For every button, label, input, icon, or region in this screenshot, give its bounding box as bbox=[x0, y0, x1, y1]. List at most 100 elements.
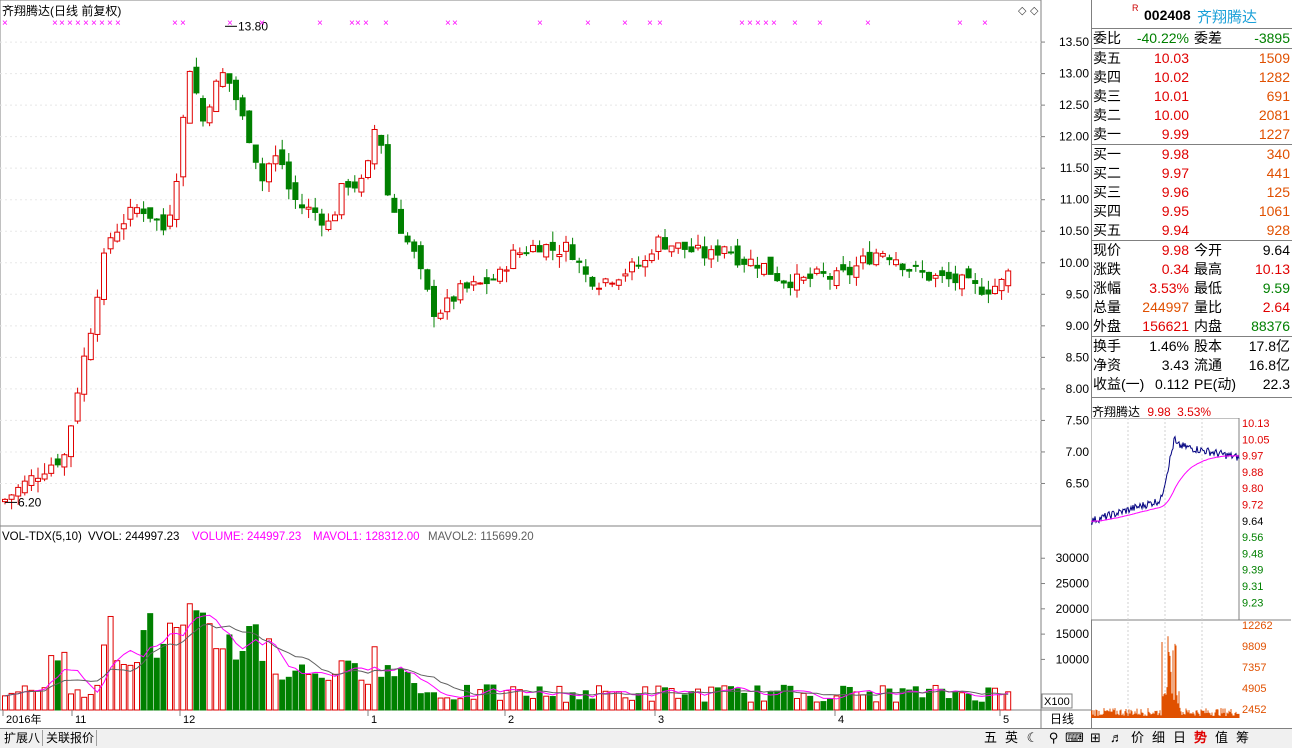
candle-up bbox=[497, 268, 503, 282]
volume-bar bbox=[134, 662, 140, 711]
volume-bar bbox=[701, 701, 708, 711]
event-mark: × bbox=[957, 18, 963, 29]
mini-price-tick: 9.23 bbox=[1242, 597, 1263, 609]
candle-down bbox=[226, 73, 233, 84]
toolbar-button[interactable]: ⌨ bbox=[1064, 729, 1085, 747]
candle-up bbox=[959, 274, 965, 290]
candle-up bbox=[893, 259, 899, 266]
candle-up bbox=[61, 454, 68, 468]
toolbar-button[interactable]: ♬ bbox=[1106, 729, 1127, 747]
candle-down bbox=[285, 161, 292, 190]
candle-up bbox=[338, 183, 345, 216]
candle-down bbox=[840, 264, 847, 271]
candle-up bbox=[695, 244, 701, 249]
volume-bar bbox=[794, 697, 800, 711]
candle-down bbox=[351, 181, 358, 189]
toolbar-button[interactable]: 势 bbox=[1190, 729, 1211, 747]
candle-down bbox=[233, 79, 239, 101]
volume-bar bbox=[398, 668, 404, 711]
event-mark: × bbox=[739, 18, 745, 29]
volume-bar bbox=[28, 689, 35, 711]
toolbar-button[interactable]: 五 bbox=[980, 729, 1001, 747]
toolbar-button[interactable]: 日 bbox=[1169, 729, 1190, 747]
volume-bar bbox=[193, 610, 200, 711]
candle-up bbox=[94, 296, 101, 335]
volume-bar bbox=[226, 634, 233, 711]
volume-bar bbox=[391, 676, 398, 711]
date-tick-label: 1 bbox=[371, 714, 377, 726]
volume-bar bbox=[153, 657, 160, 711]
volume-bar bbox=[206, 623, 213, 711]
volume-bar bbox=[8, 692, 15, 711]
candle-up bbox=[530, 244, 536, 253]
buy-level-3: 买三 9.96 125 bbox=[1093, 184, 1290, 200]
candle-up bbox=[1005, 270, 1012, 287]
toolbar-button[interactable]: 筹 bbox=[1232, 729, 1253, 747]
candle-up bbox=[28, 475, 35, 486]
candle-down bbox=[252, 144, 259, 163]
volume-bar bbox=[734, 688, 741, 711]
sell-level-1: 卖一 9.99 1227 bbox=[1093, 126, 1290, 142]
candle-down bbox=[279, 149, 286, 166]
volume-bar bbox=[998, 693, 1005, 711]
volume-tick-label: 10000 bbox=[1056, 652, 1090, 666]
candle-down bbox=[952, 273, 959, 284]
volume-tick-label: 30000 bbox=[1056, 551, 1090, 565]
buy-level-4: 买四 9.95 1061 bbox=[1093, 203, 1290, 219]
toolbar-button[interactable]: 英 bbox=[1001, 729, 1022, 747]
kline-chart[interactable]: 13.50 13.00 12.50 12.00 11.50 11.00 10.50 10.00… bbox=[0, 0, 1091, 728]
volume-bar bbox=[2, 695, 8, 711]
candle-down bbox=[153, 218, 160, 221]
candle-down bbox=[866, 251, 873, 265]
event-mark: × bbox=[2, 18, 8, 29]
sell-level-5: 卖五 10.03 1509 bbox=[1093, 50, 1290, 66]
candle-up bbox=[325, 220, 332, 230]
volume-bar bbox=[965, 693, 972, 711]
volume-bar bbox=[721, 685, 728, 711]
candle-up bbox=[622, 273, 629, 277]
price-tick-label: 11.50 bbox=[1060, 161, 1089, 175]
candle-down bbox=[774, 273, 781, 282]
candle-down bbox=[569, 244, 576, 261]
candle-up bbox=[477, 282, 484, 285]
toolbar-button[interactable]: 值 bbox=[1211, 729, 1232, 747]
tab-expand[interactable]: 扩展八 bbox=[2, 730, 44, 746]
quote-stats: 现价 9.98 今开 9.64 涨跌 0.34 最高 10.13 涨幅 3.53% 最低 9.59 总量… bbox=[1092, 241, 1292, 336]
event-mark: × bbox=[99, 18, 105, 29]
volume-bar bbox=[378, 676, 385, 711]
candle-up bbox=[437, 312, 444, 319]
volume-bar bbox=[543, 695, 550, 711]
toolbar-button[interactable]: ☾ bbox=[1022, 729, 1043, 747]
toolbar-button[interactable]: 细 bbox=[1148, 729, 1169, 747]
volume-bar bbox=[87, 693, 94, 711]
toolbar-button[interactable]: 价 bbox=[1127, 729, 1148, 747]
stock-name: 齐翔腾达 bbox=[1197, 9, 1258, 26]
volume-bar bbox=[233, 659, 239, 711]
tab-related-quote[interactable]: 关联报价 bbox=[44, 730, 98, 746]
toolbar-button[interactable]: ⚲ bbox=[1043, 729, 1064, 747]
candle-down bbox=[985, 289, 992, 295]
volume-bar bbox=[582, 690, 589, 711]
candle-up bbox=[74, 392, 81, 422]
stat-row: 总量 244997 量比 2.64 bbox=[1093, 299, 1290, 315]
volume-legend-item: MAVOL2: 115699.20 bbox=[428, 531, 534, 543]
mini-price-tick: 9.72 bbox=[1242, 500, 1263, 512]
volume-bar bbox=[35, 690, 41, 711]
volume-bar bbox=[239, 650, 246, 711]
toolbar-button[interactable]: ⊞ bbox=[1085, 729, 1106, 747]
diamond-icon: ◇ bbox=[1018, 5, 1027, 17]
stat-row: 涨幅 3.53% 最低 9.59 bbox=[1093, 280, 1290, 296]
volume-bar bbox=[305, 673, 312, 711]
volume-bar bbox=[932, 684, 939, 711]
candle-up bbox=[358, 177, 365, 193]
volume-bar bbox=[635, 693, 642, 711]
buy-level-1: 买一 9.98 340 bbox=[1093, 146, 1290, 162]
candle-up bbox=[879, 253, 886, 257]
intraday-chart[interactable]: 10.13 10.05 9.97 9.88 9.80 9.72 9.64 9.56 9.48 9.… bbox=[1091, 418, 1292, 718]
volume-legend-item: VOLUME: 244997.23 bbox=[192, 531, 301, 543]
candle-up bbox=[655, 236, 662, 253]
volume-legend-item: MAVOL1: 128312.00 bbox=[313, 531, 420, 543]
candle-up bbox=[371, 128, 378, 165]
candle-up bbox=[186, 70, 193, 124]
candle-up bbox=[101, 252, 107, 300]
